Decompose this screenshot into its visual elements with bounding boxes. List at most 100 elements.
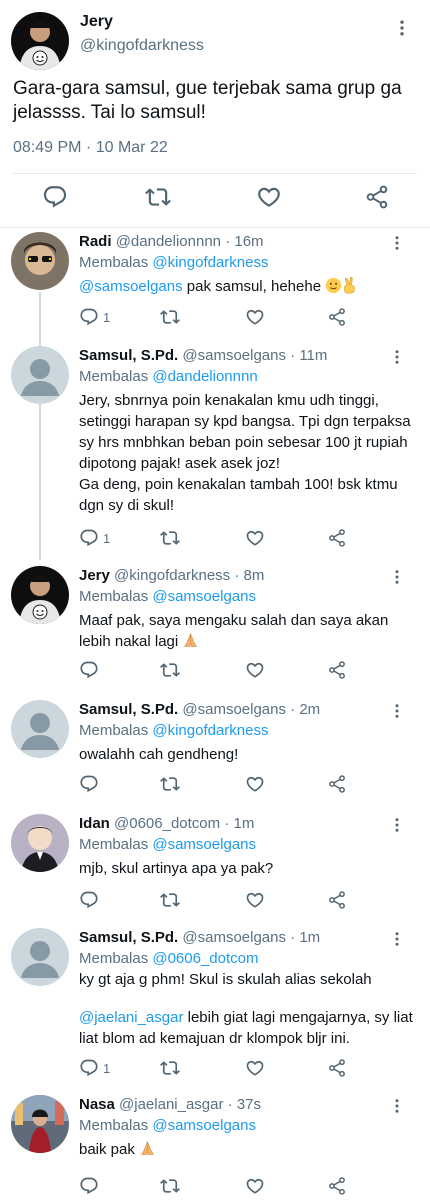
heart-icon[interactable] xyxy=(245,659,265,681)
heart-icon[interactable] xyxy=(245,306,265,328)
share-icon[interactable] xyxy=(364,184,390,210)
avatar[interactable] xyxy=(11,12,69,70)
avatar[interactable] xyxy=(11,700,69,758)
reply-icon[interactable] xyxy=(79,773,99,795)
share-icon[interactable] xyxy=(327,527,347,549)
author-handle[interactable]: @0606_dotcom xyxy=(114,815,220,832)
author-handle[interactable]: @jaelani_asgar xyxy=(119,1096,223,1113)
heart-icon[interactable] xyxy=(245,527,265,549)
share-icon[interactable] xyxy=(327,659,347,681)
more-vertical-icon[interactable] xyxy=(388,1097,406,1120)
reply-button[interactable]: 1 xyxy=(79,1057,110,1079)
more-vertical-icon[interactable] xyxy=(388,348,406,371)
retweet-icon[interactable] xyxy=(160,306,180,328)
more-vertical-icon[interactable] xyxy=(388,568,406,591)
replying-to-link[interactable]: @kingofdarkness xyxy=(152,722,268,739)
share-icon[interactable] xyxy=(327,1175,347,1197)
author-handle[interactable]: @samsoelgans xyxy=(182,929,286,946)
replying-to-link[interactable]: @0606_dotcom xyxy=(152,950,258,967)
retweet-icon[interactable] xyxy=(160,1175,180,1197)
avatar[interactable] xyxy=(11,814,69,872)
author-handle[interactable]: @dandelionnnn xyxy=(116,233,221,250)
reply-text-paragraph: @jaelani_asgar lebih giat lagi mengajarn… xyxy=(79,1009,413,1047)
more-vertical-icon[interactable] xyxy=(388,816,406,839)
author-handle[interactable]: @kingofdarkness xyxy=(80,37,204,55)
share-icon[interactable] xyxy=(327,1057,347,1079)
replying-to-link[interactable]: @samsoelgans xyxy=(152,836,256,853)
author-handle[interactable]: @samsoelgans xyxy=(182,347,286,364)
reply-tweet[interactable]: Samsul, S.Pd. @samsoelgans · 11m Membala… xyxy=(0,346,430,556)
reply-tweet[interactable]: Nasa @jaelani_asgar · 37s Membalas @sams… xyxy=(0,1095,430,1199)
reply-icon[interactable] xyxy=(42,184,68,210)
author-name[interactable]: Idan xyxy=(79,815,110,832)
retweet-icon[interactable] xyxy=(160,889,180,911)
reply-text: owalahh cah gendheng! xyxy=(79,746,239,763)
avatar[interactable] xyxy=(11,566,69,624)
retweet-icon[interactable] xyxy=(160,1057,180,1079)
author-name[interactable]: Samsul, S.Pd. xyxy=(79,929,178,946)
replying-to: Membalas @kingofdarkness xyxy=(79,254,269,271)
author-name[interactable]: Jery xyxy=(79,567,110,584)
reply-age: · 16m xyxy=(225,233,264,250)
retweet-icon[interactable] xyxy=(160,527,180,549)
more-vertical-icon[interactable] xyxy=(388,930,406,953)
reply-icon[interactable] xyxy=(79,659,99,681)
replying-to-link[interactable]: @kingofdarkness xyxy=(152,254,268,271)
reply-icon xyxy=(79,1058,99,1078)
retweet-icon[interactable] xyxy=(160,659,180,681)
mention-link[interactable]: @jaelani_asgar xyxy=(79,1009,183,1026)
tweet-text: Gara-gara samsul, gue terjebak sama grup… xyxy=(13,78,402,123)
author-handle[interactable]: @kingofdarkness xyxy=(114,567,230,584)
author-name[interactable]: Nasa xyxy=(79,1096,115,1113)
replying-to-link[interactable]: @samsoelgans xyxy=(152,1117,256,1134)
replying-to: Membalas @dandelionnnn xyxy=(79,368,258,385)
reply-tweet[interactable]: Samsul, S.Pd. @samsoelgans · 2m Membalas… xyxy=(0,700,430,800)
reply-age: · 2m xyxy=(290,701,321,718)
reply-text: Jery, sbnrnya poin kenakalan kmu udh tin… xyxy=(79,392,411,472)
heart-icon[interactable] xyxy=(256,184,282,210)
divider xyxy=(13,173,417,174)
share-icon[interactable] xyxy=(327,773,347,795)
share-icon[interactable] xyxy=(327,306,347,328)
mention-link[interactable]: @samsoelgans xyxy=(79,278,183,295)
avatar[interactable] xyxy=(11,232,69,290)
replying-to-link[interactable]: @samsoelgans xyxy=(152,588,256,605)
retweet-icon[interactable] xyxy=(160,773,180,795)
avatar[interactable] xyxy=(11,1095,69,1153)
author-name[interactable]: Samsul, S.Pd. xyxy=(79,701,178,718)
reply-button[interactable]: 1 xyxy=(79,527,110,549)
author-name[interactable]: Radi xyxy=(79,233,112,250)
reply-tweet[interactable]: Samsul, S.Pd. @samsoelgans · 1m Membalas… xyxy=(0,928,430,1088)
heart-icon[interactable] xyxy=(245,773,265,795)
reply-icon[interactable] xyxy=(79,1175,99,1197)
replying-to-link[interactable]: @dandelionnnn xyxy=(152,368,257,385)
reply-action-bar xyxy=(79,1175,379,1197)
heart-icon[interactable] xyxy=(245,889,265,911)
more-vertical-icon[interactable] xyxy=(388,702,406,725)
reply-icon xyxy=(79,528,99,548)
reply-action-bar xyxy=(79,889,379,911)
reply-tweet[interactable]: Radi @dandelionnnn · 16m Membalas @kingo… xyxy=(0,232,430,336)
reply-age: · 1m xyxy=(224,815,255,832)
avatar[interactable] xyxy=(11,928,69,986)
avatar[interactable] xyxy=(11,346,69,404)
heart-icon[interactable] xyxy=(245,1175,265,1197)
reply-header: Samsul, S.Pd. @samsoelgans · 11m xyxy=(79,347,327,364)
tweet-timestamp[interactable]: 08:49 PM · 10 Mar 22 xyxy=(13,139,168,157)
reply-text: Maaf pak, saya mengaku salah dan saya ak… xyxy=(79,612,389,650)
author-name[interactable]: Jery xyxy=(80,13,113,31)
share-icon[interactable] xyxy=(327,889,347,911)
reply-button[interactable]: 1 xyxy=(79,306,110,328)
heart-icon[interactable] xyxy=(245,1057,265,1079)
reply-age: · 37s xyxy=(227,1096,262,1113)
retweet-icon[interactable] xyxy=(145,184,171,210)
author-handle[interactable]: @samsoelgans xyxy=(182,701,286,718)
pray-emoji-icon xyxy=(182,632,199,649)
reply-tweet[interactable]: Jery @kingofdarkness · 8m Membalas @sams… xyxy=(0,566,430,686)
reply-tweet[interactable]: Idan @0606_dotcom · 1m Membalas @samsoel… xyxy=(0,814,430,914)
more-vertical-icon[interactable] xyxy=(392,18,412,43)
reply-icon xyxy=(79,307,99,327)
more-vertical-icon[interactable] xyxy=(388,234,406,257)
reply-icon[interactable] xyxy=(79,889,99,911)
author-name[interactable]: Samsul, S.Pd. xyxy=(79,347,178,364)
